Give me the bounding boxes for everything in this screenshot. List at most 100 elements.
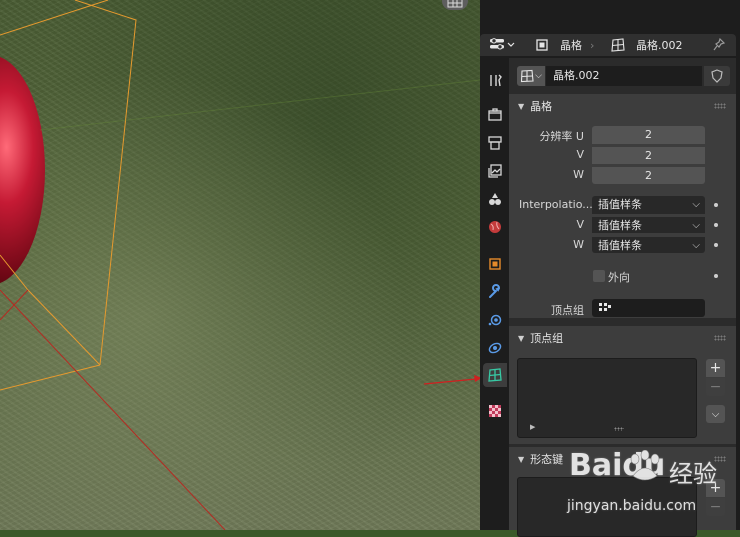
- resolution-u-label: 分辨率 U: [539, 130, 584, 143]
- tab-lattice-data[interactable]: [483, 363, 507, 387]
- baidu-jingyan-watermark: Baidu 经验 jingyan.baidu.com: [565, 446, 735, 526]
- lattice-browse-icon: [521, 69, 534, 83]
- output-icon: [488, 136, 502, 150]
- view-layer-icon: [488, 164, 502, 178]
- tab-particles[interactable]: [483, 308, 507, 332]
- interpolation-label: Interpolatio...: [519, 198, 593, 211]
- x-axis-line: [39, 79, 480, 131]
- list-expand-icon[interactable]: ▶: [530, 423, 535, 431]
- breadcrumb-object[interactable]: 晶格: [534, 37, 582, 53]
- chevron-down-icon: ⌵: [692, 220, 700, 231]
- lattice-panel-title: 晶格: [530, 100, 553, 113]
- vertex-group-specials-button[interactable]: ⌵: [706, 405, 725, 423]
- resolution-v-label: V: [576, 148, 584, 161]
- animate-property-dot[interactable]: [714, 243, 718, 247]
- tab-render[interactable]: [483, 103, 507, 127]
- axis-lines: [0, 289, 226, 530]
- lattice-panel-header[interactable]: ▼ 晶格: [509, 94, 736, 118]
- disclosure-down-icon: ▼: [518, 333, 525, 343]
- breadcrumb-data[interactable]: 晶格.002: [610, 37, 683, 53]
- chevron-down-icon: ⌵: [692, 199, 700, 210]
- object-icon: [536, 39, 548, 51]
- object-props-icon: [489, 258, 501, 270]
- pin-icon: [713, 37, 726, 51]
- interpolation-w-select[interactable]: 插值样条 ⌵: [592, 236, 705, 253]
- resolution-u-field[interactable]: 2: [592, 126, 705, 144]
- interpolation-v-value: 插值样条: [598, 219, 642, 232]
- interpolation-u-value: 插值样条: [598, 198, 642, 211]
- animate-property-dot[interactable]: [714, 274, 718, 278]
- tab-object[interactable]: [483, 252, 507, 276]
- tab-modifiers[interactable]: [483, 280, 507, 304]
- annotation-arrow: [423, 375, 480, 385]
- 3d-viewport[interactable]: [0, 0, 480, 530]
- tab-physics[interactable]: [483, 336, 507, 360]
- interpolation-v-label: V: [576, 218, 584, 231]
- tab-output[interactable]: [483, 131, 507, 155]
- pin-button[interactable]: [712, 37, 726, 56]
- outside-checkbox[interactable]: [593, 270, 605, 282]
- vertex-group-field[interactable]: [592, 299, 705, 317]
- breadcrumb-separator: ›: [590, 38, 595, 52]
- world-icon: [489, 221, 501, 233]
- disclosure-down-icon: ▼: [518, 101, 525, 111]
- tab-scene[interactable]: [483, 187, 507, 211]
- texture-icon: [489, 405, 501, 417]
- properties-tabs: [480, 58, 508, 530]
- remove-vertex-group-button[interactable]: −: [706, 378, 725, 396]
- viewport-overlay: [0, 0, 480, 530]
- vertex-group-label: 顶点组: [551, 304, 584, 317]
- outside-label: 外向: [608, 271, 630, 284]
- animate-property-dot[interactable]: [714, 203, 718, 207]
- browse-datablock-button[interactable]: ⌵: [517, 66, 545, 86]
- interpolation-v-select[interactable]: 插值样条 ⌵: [592, 216, 705, 233]
- particles-icon: [488, 314, 502, 326]
- grid-icon: [447, 0, 463, 8]
- tab-texture[interactable]: [483, 399, 507, 423]
- interpolation-w-label: W: [573, 238, 584, 251]
- scene-icon: [489, 193, 501, 205]
- fake-user-button[interactable]: [704, 66, 730, 86]
- resolution-v-field[interactable]: 2: [592, 146, 705, 164]
- vertex-groups-list[interactable]: ▶: [517, 358, 697, 438]
- vertex-groups-panel-body: ▶ + − ⌵: [509, 350, 736, 444]
- chevron-down-icon: ⌵: [692, 240, 700, 251]
- datablock-name-field[interactable]: 晶格.002: [546, 66, 702, 86]
- chevron-down-icon: ⌵: [711, 408, 720, 420]
- interpolation-w-value: 插值样条: [598, 239, 642, 252]
- drag-grip-icon[interactable]: [714, 103, 726, 109]
- paw-logo-icon: [630, 450, 660, 481]
- watermark-cn: 经验: [669, 460, 717, 488]
- resolution-w-label: W: [573, 168, 584, 181]
- tab-view-layer[interactable]: [483, 159, 507, 183]
- tool-icon: [490, 74, 502, 87]
- interpolation-u-select[interactable]: 插值样条 ⌵: [592, 196, 705, 214]
- tab-tool[interactable]: [483, 68, 507, 92]
- resolution-w-field[interactable]: 2: [592, 166, 705, 184]
- vertex-group-icon: [599, 303, 611, 311]
- lattice-panel-body: 分辨率 U 2 V 2 W 2 Interpolatio... 插值样条 ⌵ V…: [509, 118, 736, 318]
- physics-icon: [488, 342, 502, 354]
- list-resize-grip-icon[interactable]: [614, 427, 624, 431]
- editor-type-icon: [490, 38, 515, 50]
- disclosure-down-icon: ▼: [518, 454, 525, 464]
- wrench-icon: [489, 284, 501, 298]
- drag-grip-icon[interactable]: [714, 335, 726, 341]
- data-name: 晶格.002: [636, 39, 683, 52]
- animate-property-dot[interactable]: [714, 223, 718, 227]
- datablock-selector: ⌵ 晶格.002: [517, 66, 730, 86]
- vertex-groups-panel-header[interactable]: ▼ 顶点组: [509, 326, 736, 350]
- lattice-data-icon: [611, 38, 625, 52]
- sphere-object: [0, 56, 45, 284]
- add-vertex-group-button[interactable]: +: [706, 359, 725, 377]
- lattice-tab-icon: [488, 368, 502, 382]
- properties-header: 晶格 › 晶格.002: [480, 34, 736, 56]
- watermark-url: jingyan.baidu.com: [567, 498, 697, 514]
- render-icon: [488, 108, 502, 121]
- object-name: 晶格: [560, 39, 582, 52]
- vertex-groups-panel-title: 顶点组: [530, 332, 564, 345]
- editor-type-menu[interactable]: [489, 37, 519, 53]
- tab-world[interactable]: [483, 215, 507, 239]
- shield-icon: [711, 69, 723, 83]
- shape-keys-panel-title: 形态键: [530, 453, 564, 466]
